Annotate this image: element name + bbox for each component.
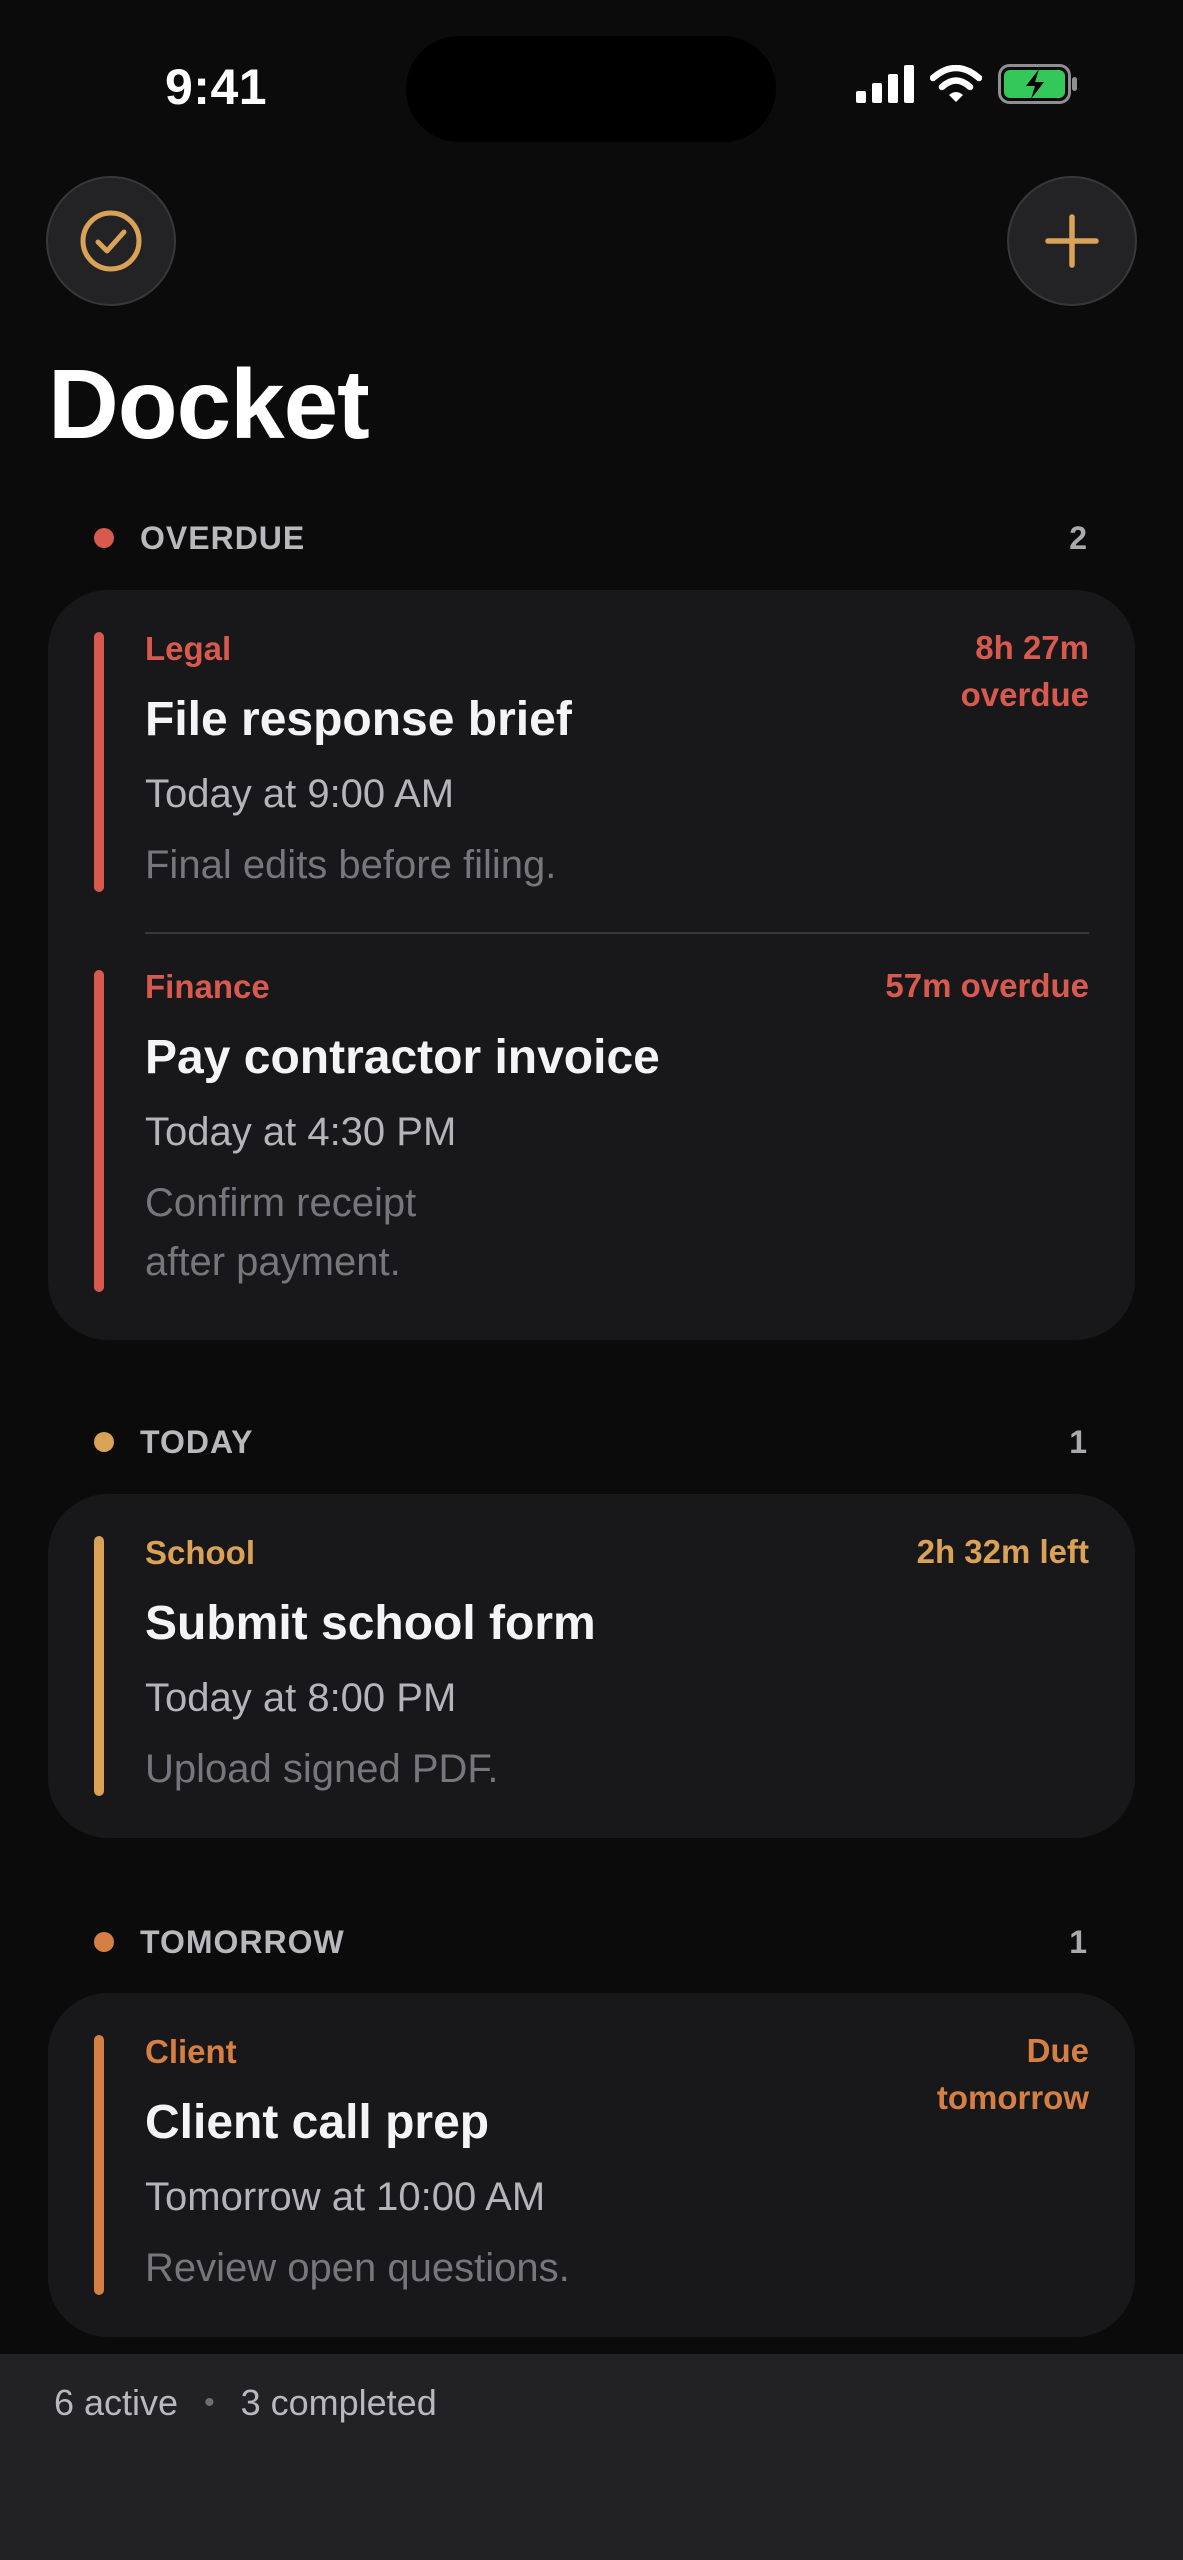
task-note: Review open questions. — [145, 2246, 570, 2290]
task-note: Confirm receipt after payment. — [145, 1181, 417, 1284]
status-bar: 9:41 — [0, 0, 1183, 142]
add-task-button[interactable] — [1007, 176, 1137, 306]
task-item-file-response-brief[interactable]: Legal 8h 27m overdue File response brief… — [48, 590, 1135, 936]
section-header-overdue: OVERDUE 2 — [94, 518, 1087, 558]
section-label: TODAY — [140, 1423, 254, 1460]
tomorrow-dot-icon — [94, 1932, 114, 1952]
overdue-card: Legal 8h 27m overdue File response brief… — [48, 590, 1135, 1340]
task-status: 2h 32m left — [916, 1533, 1089, 1570]
separator-dot-icon: • — [204, 2386, 215, 2419]
cellular-signal-icon — [856, 65, 914, 103]
wifi-icon — [930, 65, 982, 102]
footer-summary-bar: 6 active • 3 completed — [0, 2354, 1183, 2560]
task-status: 57m overdue — [885, 967, 1089, 1004]
task-item-client-call-prep[interactable]: Client Due tomorrow Client call prep Tom… — [48, 1993, 1135, 2337]
complete-all-button[interactable] — [46, 176, 176, 306]
footer-summary: 6 active • 3 completed — [54, 2382, 437, 2424]
task-title: Client call prep — [145, 2096, 490, 2149]
active-count: 6 active — [54, 2382, 179, 2423]
task-category: School — [145, 1534, 256, 1571]
task-note: Final edits before filing. — [145, 843, 557, 887]
task-due: Today at 9:00 AM — [145, 772, 455, 816]
task-due: Today at 8:00 PM — [145, 1676, 457, 1720]
completed-count[interactable]: 3 completed — [241, 2382, 437, 2424]
task-category: Client — [145, 2033, 237, 2070]
task-note: Upload signed PDF. — [145, 1747, 499, 1791]
section-count: 1 — [1069, 1423, 1087, 1460]
task-category: Finance — [145, 968, 270, 1005]
task-divider — [145, 932, 1089, 934]
task-due: Tomorrow at 10:00 AM — [145, 2175, 546, 2219]
section-header-today: TODAY 1 — [94, 1422, 1087, 1462]
status-icons — [856, 64, 1078, 104]
section-header-tomorrow: TOMORROW 1 — [94, 1922, 1087, 1962]
tomorrow-card: Client Due tomorrow Client call prep Tom… — [48, 1993, 1135, 2337]
task-status: Due tomorrow — [936, 2032, 1089, 2116]
check-circle-icon — [80, 210, 142, 272]
today-dot-icon — [94, 1432, 114, 1452]
priority-bar — [94, 970, 104, 1292]
task-item-submit-school-form[interactable]: School 2h 32m left Submit school form To… — [48, 1494, 1135, 1838]
task-status: 8h 27m overdue — [960, 629, 1089, 713]
priority-bar — [94, 1536, 104, 1796]
dynamic-island — [406, 36, 776, 142]
section-count: 1 — [1069, 1923, 1087, 1960]
status-time: 9:41 — [165, 59, 268, 115]
task-title: File response brief — [145, 693, 572, 746]
page-title: Docket — [48, 349, 370, 459]
task-category: Legal — [145, 630, 232, 667]
battery-charging-icon — [998, 64, 1077, 104]
priority-bar — [94, 2035, 104, 2295]
section-label: OVERDUE — [140, 519, 306, 556]
section-label: TOMORROW — [140, 1923, 345, 1960]
task-title: Submit school form — [145, 1597, 596, 1650]
today-card: School 2h 32m left Submit school form To… — [48, 1494, 1135, 1838]
task-title: Pay contractor invoice — [145, 1031, 660, 1084]
priority-bar — [94, 632, 104, 892]
task-due: Today at 4:30 PM — [145, 1110, 457, 1154]
task-item-pay-contractor-invoice[interactable]: Finance 57m overdue Pay contractor invoi… — [48, 936, 1135, 1340]
section-count: 2 — [1069, 519, 1087, 556]
plus-icon — [1045, 214, 1099, 268]
overdue-dot-icon — [94, 528, 114, 548]
